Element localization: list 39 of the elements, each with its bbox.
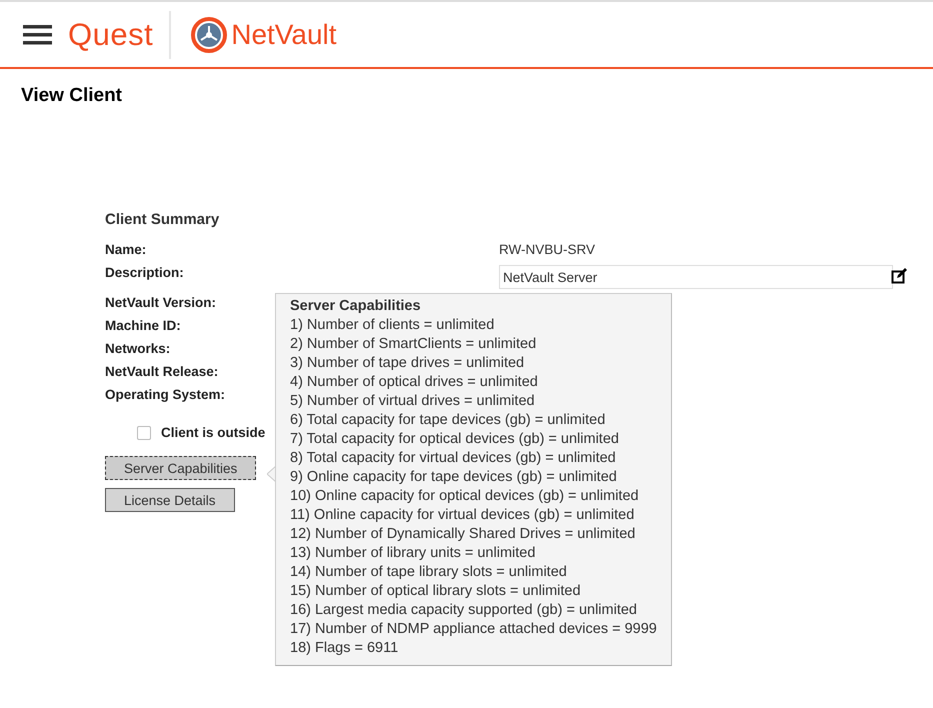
field-label: NetVault Version:	[105, 295, 216, 310]
capability-line: 2) Number of SmartClients = unlimited	[290, 335, 538, 354]
edit-icon[interactable]	[891, 268, 907, 284]
description-field[interactable]: NetVault Server	[499, 265, 893, 289]
field-label: Operating System:	[105, 387, 226, 402]
capability-line: 18) Flags = 6911	[290, 639, 400, 658]
field-label: Networks:	[105, 341, 170, 356]
capability-line: 14) Number of tape library slots = unlimited	[290, 563, 568, 582]
menu-icon[interactable]	[23, 24, 52, 44]
field-value: RW-NVBU-SRV	[499, 242, 596, 257]
product-name: NetVault	[231, 18, 337, 50]
capability-line: 8) Total capacity for virtual devices (gb) = unlimited	[290, 449, 617, 468]
capability-line: 11) Online capacity for virtual devices (gb) = unlimited	[290, 506, 636, 525]
capability-line: 10) Online capacity for optical devices (gb) = unlimited	[290, 487, 640, 506]
brand-logo: Quest	[68, 10, 172, 58]
field-label: Machine ID:	[105, 318, 181, 333]
capability-line: 17) Number of NDMP appliance attached devices = 9999	[290, 620, 657, 639]
capability-line: 16) Largest media capacity supported (gb) = unlimited	[290, 601, 638, 620]
capability-line: 6) Total capacity for tape devices (gb) = unlimited	[290, 411, 606, 430]
field-label: Name:	[105, 242, 146, 257]
field-label: Description:	[105, 265, 184, 280]
capability-line: 9) Online capacity for tape devices (gb) = unlimited	[290, 468, 618, 487]
capability-line: 5) Number of virtual drives = unlimited	[290, 392, 536, 411]
tooltip-title: Server Capabilities	[290, 297, 422, 316]
checkbox[interactable]	[137, 426, 151, 440]
page-title: View Client	[21, 85, 124, 107]
capability-line: 3) Number of tape drives = unlimited	[290, 354, 526, 373]
action-button[interactable]: License Details	[105, 488, 235, 512]
section-title: Client Summary	[105, 211, 220, 228]
vault-logo-icon	[191, 16, 228, 52]
capability-line: 12) Number of Dynamically Shared Drives = unlimited	[290, 525, 636, 544]
checkbox-label: Client is outside	[161, 425, 266, 440]
capability-line: 7) Total capacity for optical devices (gb) = unlimited	[290, 430, 620, 449]
capability-line: 1) Number of clients = unlimited	[290, 316, 496, 335]
field-label: NetVault Release:	[105, 364, 218, 379]
capability-line: 4) Number of optical drives = unlimited	[290, 373, 539, 392]
capability-line: 15) Number of optical library slots = unlimited	[290, 582, 582, 601]
action-button[interactable]: Server Capabilities	[105, 456, 256, 480]
capability-line: 13) Number of library units = unlimited	[290, 544, 536, 563]
